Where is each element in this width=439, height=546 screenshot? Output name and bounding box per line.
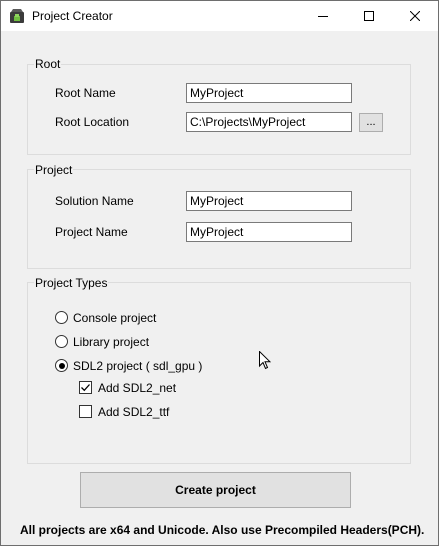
project-types-groupbox [27,282,411,464]
add-sdl2-ttf-checkbox[interactable] [79,405,92,418]
library-project-radio[interactable] [55,335,68,348]
sdl2-project-radio[interactable] [55,359,68,372]
library-project-label[interactable]: Library project [73,335,149,349]
window-title: Project Creator [32,9,113,23]
minimize-button[interactable] [300,1,346,31]
footer-note: All projects are x64 and Unicode. Also u… [20,523,425,537]
solution-name-field[interactable] [186,191,352,211]
close-icon [410,11,420,21]
sdl2-project-label[interactable]: SDL2 project ( sdl_gpu ) [73,359,202,373]
root-location-field[interactable] [186,112,352,132]
project-group-label: Project [34,163,74,177]
console-project-radio[interactable] [55,311,68,324]
root-name-field[interactable] [186,83,352,103]
project-creator-window: Project Creator Root Root Name Root Loca… [0,0,439,546]
project-types-group-label: Project Types [34,276,109,290]
add-sdl2-net-label[interactable]: Add SDL2_net [98,381,176,395]
maximize-button[interactable] [346,1,392,31]
browse-button[interactable]: ... [359,113,383,132]
mouse-cursor-icon [259,351,271,370]
root-groupbox [27,64,411,155]
root-name-label: Root Name [55,86,116,100]
app-icon [10,9,24,23]
minimize-icon [318,16,328,17]
close-button[interactable] [392,1,438,31]
create-project-button[interactable]: Create project [80,472,351,508]
project-name-label: Project Name [55,225,128,239]
add-sdl2-net-checkbox[interactable] [79,381,92,394]
console-project-label[interactable]: Console project [73,311,156,325]
project-name-field[interactable] [186,222,352,242]
title-bar[interactable]: Project Creator [1,1,438,31]
root-location-label: Root Location [55,115,130,129]
client-area: Root Root Name Root Location ... Project… [1,31,438,545]
add-sdl2-ttf-label[interactable]: Add SDL2_ttf [98,405,169,419]
checkmark-icon [81,384,90,392]
maximize-icon [364,11,374,21]
solution-name-label: Solution Name [55,194,134,208]
root-group-label: Root [34,57,62,71]
project-groupbox [27,169,411,269]
